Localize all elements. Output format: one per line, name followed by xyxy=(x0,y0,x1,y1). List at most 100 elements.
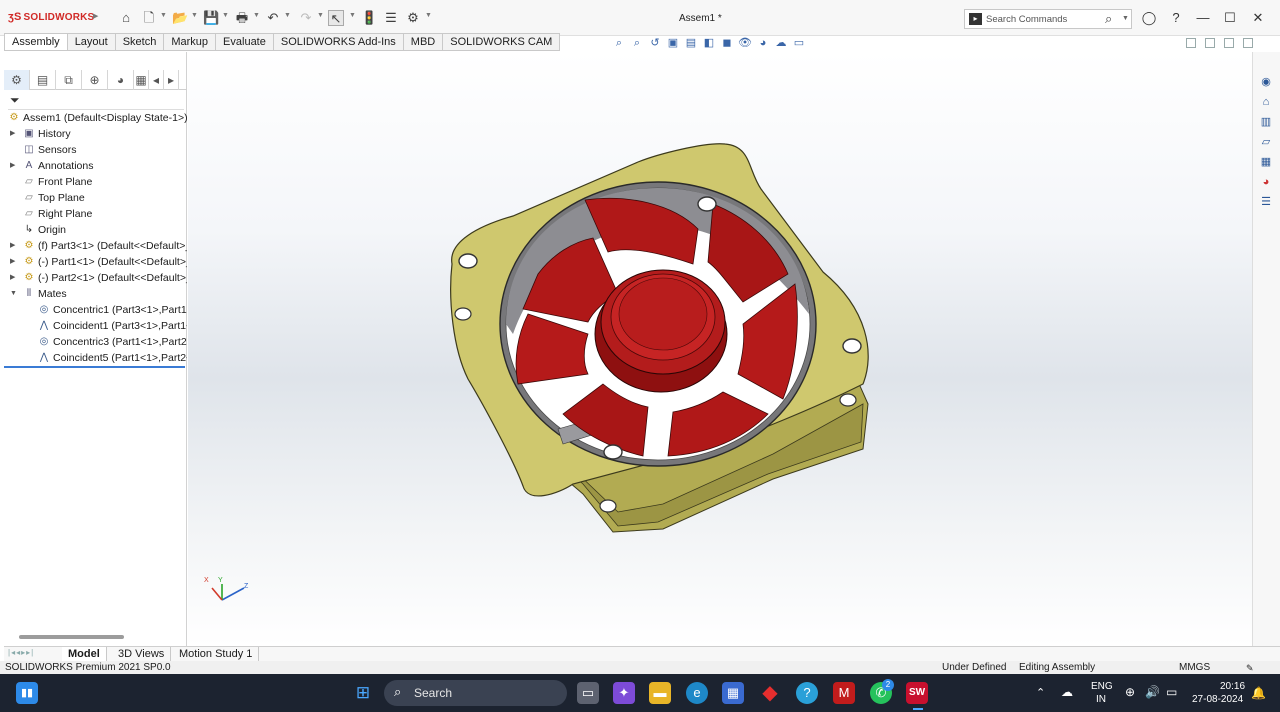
tree-filter[interactable]: ⏷ xyxy=(8,92,184,110)
apply-scene-icon[interactable]: ☁ xyxy=(774,36,788,50)
tab-model[interactable]: Model xyxy=(62,647,107,662)
graphics-area[interactable]: X Y Z xyxy=(188,52,1252,646)
options-gear-icon[interactable]: ⚙ xyxy=(405,10,421,26)
print-icon[interactable]: 🖶 xyxy=(234,10,250,26)
previous-view-icon[interactable]: ↺ xyxy=(648,36,662,50)
edge-browser-icon[interactable]: e xyxy=(686,682,708,704)
file-explorer-icon[interactable]: ▬ xyxy=(649,682,671,704)
quick-tips-icon[interactable]: ✎ xyxy=(1246,661,1254,675)
chevron-up-icon[interactable]: ⌃ xyxy=(1036,686,1045,699)
chevron-down-icon[interactable]: ▼ xyxy=(349,12,356,19)
chevron-left-icon[interactable]: ◂ xyxy=(149,70,164,90)
custom-properties-icon[interactable]: ☰ xyxy=(1258,194,1274,210)
clock-date[interactable]: 27-08-2024 xyxy=(1192,694,1243,705)
rebuild-icon[interactable]: 🚦 xyxy=(361,10,377,26)
tab-markup[interactable]: Markup xyxy=(164,33,217,51)
chevron-down-icon[interactable]: ▼ xyxy=(253,12,260,19)
home-icon[interactable]: ⌂ xyxy=(1258,94,1274,110)
restore-view-icon[interactable] xyxy=(1224,38,1234,48)
view-settings-icon[interactable]: ▭ xyxy=(792,36,806,50)
tree-item-top-plane[interactable]: ▱ Top Plane xyxy=(4,190,187,206)
home-icon[interactable]: ⌂ xyxy=(118,10,134,26)
tab-sketch[interactable]: Sketch xyxy=(115,33,165,51)
horizontal-scrollbar[interactable] xyxy=(19,635,124,639)
expand-icon[interactable]: ▶ xyxy=(10,158,15,174)
unit-system[interactable]: MMGS xyxy=(1179,661,1210,675)
app-diamond-icon[interactable]: ◆ xyxy=(759,682,781,704)
rollback-bar[interactable] xyxy=(4,366,185,368)
tab-scroll-arrows[interactable]: |◂◂▸▸| xyxy=(8,648,34,657)
dynamic-annotation-icon[interactable]: ▤ xyxy=(684,36,698,50)
battery-icon[interactable]: ▭ xyxy=(1166,685,1177,699)
taskbar-search[interactable]: ⌕ Search xyxy=(384,680,567,706)
chevron-down-icon[interactable]: ▼ xyxy=(284,12,291,19)
tree-item-front-plane[interactable]: ▱ Front Plane xyxy=(4,174,187,190)
file-properties-icon[interactable]: ☰ xyxy=(383,10,399,26)
tree-item-coincident5[interactable]: ⋀ Coincident5 (Part1<1>,Part2< xyxy=(4,350,187,366)
tree-item-concentric3[interactable]: ◎ Concentric3 (Part1<1>,Part2< xyxy=(4,334,187,350)
solidworks-taskbar-icon[interactable]: SW xyxy=(906,682,928,704)
view-orientation-icon[interactable]: ◧ xyxy=(702,36,716,50)
tree-item-part2[interactable]: ▶ ⚙ (-) Part2<1> (Default<<Default>_ xyxy=(4,270,187,286)
volume-icon[interactable]: 🔊 xyxy=(1145,685,1160,699)
feature-manager-tab-icon[interactable]: ⚙ xyxy=(4,70,30,90)
split-view-icon[interactable] xyxy=(1186,38,1196,48)
tab-solidworks-cam[interactable]: SOLIDWORKS CAM xyxy=(443,33,561,51)
appearances-icon[interactable]: ◕ xyxy=(1258,174,1274,190)
tab-layout[interactable]: Layout xyxy=(67,33,116,51)
display-manager-tab-icon[interactable]: ◕ xyxy=(108,70,134,90)
weather-icon[interactable]: ☁ xyxy=(1061,685,1073,699)
maximize-button[interactable]: ☐ xyxy=(1221,9,1239,27)
tab-mbd[interactable]: MBD xyxy=(403,33,444,51)
tree-item-origin[interactable]: ↳ Origin xyxy=(4,222,187,238)
help-icon[interactable]: ? xyxy=(1167,9,1185,27)
widgets-icon[interactable]: ▮▮ xyxy=(16,682,38,704)
tree-item-coincident1[interactable]: ⋀ Coincident1 (Part3<1>,Part1< xyxy=(4,318,187,334)
section-view-icon[interactable]: ▣ xyxy=(666,36,680,50)
language-top[interactable]: ENG xyxy=(1091,681,1113,692)
new-document-icon[interactable]: 🗋 xyxy=(141,10,157,26)
undo-icon[interactable]: ↶ xyxy=(265,10,281,26)
help-app-icon[interactable]: ? xyxy=(796,682,818,704)
solidworks-resources-icon[interactable]: ◉ xyxy=(1258,74,1274,90)
zoom-to-fit-icon[interactable]: ⌕ xyxy=(612,36,626,50)
solidworks-logo[interactable]: ʒS SOLIDWORKS xyxy=(8,11,94,23)
edit-appearance-icon[interactable]: ◕ xyxy=(756,36,770,50)
tile-view-icon[interactable] xyxy=(1205,38,1215,48)
design-library-icon[interactable]: ▥ xyxy=(1258,114,1274,130)
configuration-manager-tab-icon[interactable]: ⧉ xyxy=(56,70,82,90)
chevron-down-icon[interactable]: ▼ xyxy=(1122,15,1129,22)
tree-item-part1[interactable]: ▶ ⚙ (-) Part1<1> (Default<<Default>_ xyxy=(4,254,187,270)
notifications-bell-icon[interactable]: 🔔 xyxy=(1251,686,1266,700)
start-windows-icon[interactable]: ⊞ xyxy=(352,682,374,704)
select-arrow-icon[interactable]: ↖ xyxy=(328,10,344,26)
save-icon[interactable]: 💾 xyxy=(203,10,219,26)
user-account-icon[interactable]: ◯ xyxy=(1140,9,1158,27)
view-palette-icon[interactable]: ▦ xyxy=(1258,154,1274,170)
minimize-button[interactable]: — xyxy=(1194,9,1212,27)
copilot-icon[interactable]: ✦ xyxy=(613,682,635,704)
expand-icon[interactable]: ▶ xyxy=(10,270,15,286)
fan-assembly-model[interactable] xyxy=(443,134,883,534)
tab-motion-study[interactable]: Motion Study 1 xyxy=(173,647,260,662)
chevron-down-icon[interactable]: ▼ xyxy=(191,12,198,19)
clock-time[interactable]: 20:16 xyxy=(1220,681,1245,692)
tree-root[interactable]: ⚙ Assem1 (Default<Display State-1>) xyxy=(4,110,187,126)
task-view-icon[interactable]: ▭ xyxy=(577,682,599,704)
zoom-area-icon[interactable]: ⌕ xyxy=(630,36,644,50)
hide-show-items-icon[interactable]: 👁 xyxy=(738,36,752,50)
microsoft-store-icon[interactable]: ▦ xyxy=(722,682,744,704)
property-manager-tab-icon[interactable]: ▤ xyxy=(30,70,56,90)
search-commands-input[interactable]: ▸ Search Commands ⌕ ▼ xyxy=(964,9,1132,29)
mcafee-icon[interactable]: M xyxy=(833,682,855,704)
chevron-down-icon[interactable]: ▼ xyxy=(317,12,324,19)
chevron-down-icon[interactable]: ▼ xyxy=(160,12,167,19)
cam-manager-tab-icon[interactable]: ▦ xyxy=(134,70,149,90)
collapse-icon[interactable]: ▼ xyxy=(10,286,17,302)
display-style-icon[interactable]: ◼ xyxy=(720,36,734,50)
file-explorer-icon[interactable]: ▱ xyxy=(1258,134,1274,150)
tab-evaluate[interactable]: Evaluate xyxy=(216,33,274,51)
tree-item-sensors[interactable]: ◫ Sensors xyxy=(4,142,187,158)
open-folder-icon[interactable]: 📂 xyxy=(172,10,188,26)
tab-assembly[interactable]: Assembly xyxy=(4,33,68,51)
